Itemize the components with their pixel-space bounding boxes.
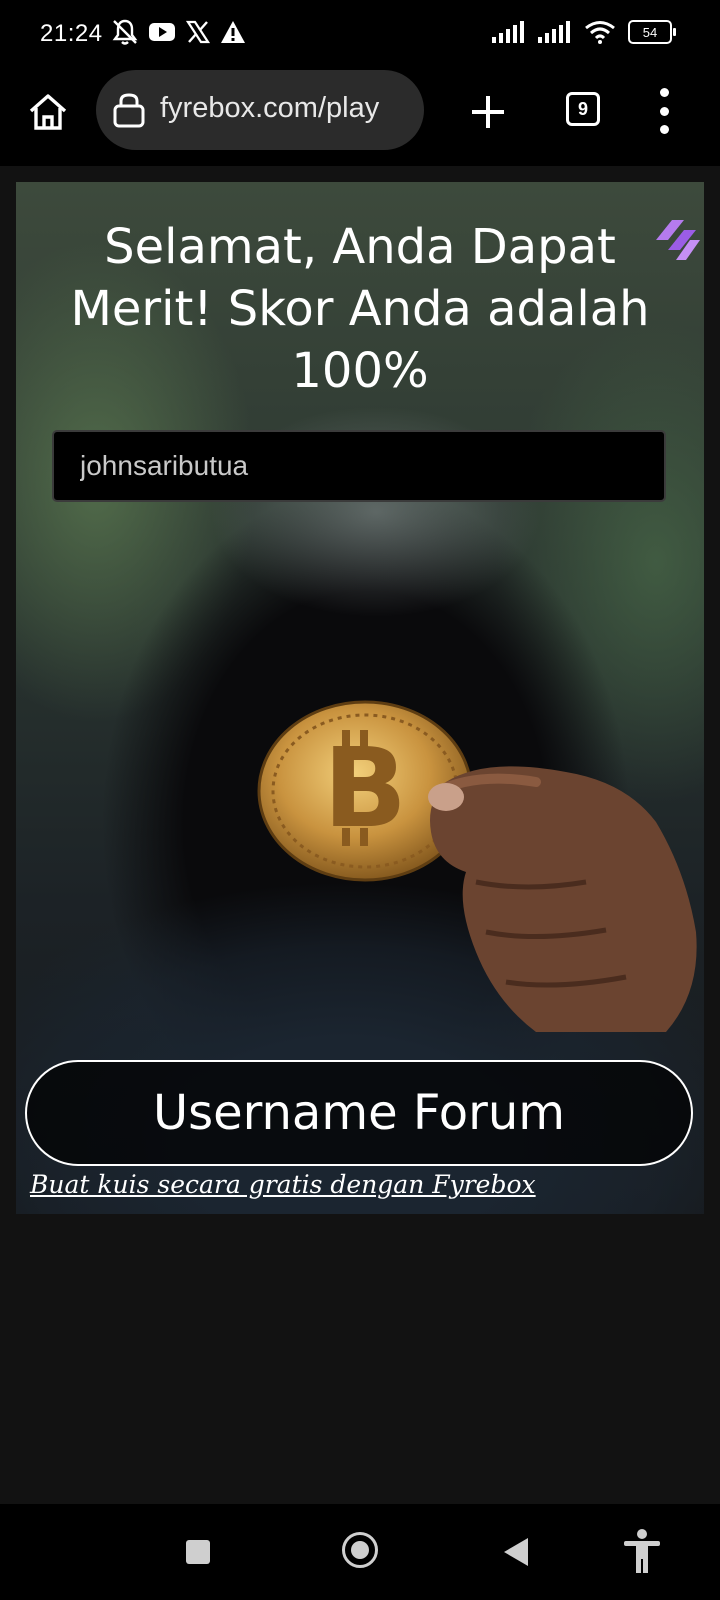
status-bar: 21:24 54 <box>0 0 720 70</box>
signal-icon <box>492 21 524 43</box>
wifi-icon <box>585 21 615 44</box>
hand-image <box>428 766 697 1032</box>
recents-icon[interactable] <box>186 1540 210 1564</box>
tabs-icon[interactable]: 9 <box>566 92 600 126</box>
back-icon[interactable] <box>504 1538 528 1566</box>
notification-icons <box>112 18 246 46</box>
tab-count: 9 <box>577 98 588 119</box>
menu-icon[interactable] <box>652 88 676 134</box>
signal-icon <box>538 21 570 43</box>
accessibility-icon[interactable] <box>622 1528 662 1574</box>
system-icons: 54 <box>492 20 676 44</box>
home-icon[interactable] <box>342 1532 378 1568</box>
fyrebox-footer-link[interactable]: Buat kuis secara gratis dengan Fyrebox <box>30 1170 536 1199</box>
battery-icon: 54 <box>628 20 676 44</box>
youtube-icon <box>149 23 175 41</box>
url-text[interactable]: fyrebox.com/play <box>160 92 412 125</box>
warning-icon <box>221 21 245 43</box>
status-time: 21:24 <box>40 20 103 47</box>
x-icon <box>186 20 210 44</box>
browser-toolbar: fyrebox.com/play 9 <box>0 70 720 166</box>
system-nav-bar <box>0 1504 720 1600</box>
plus-icon[interactable] <box>468 92 508 132</box>
home-icon[interactable] <box>26 90 70 134</box>
lock-icon[interactable] <box>112 92 146 128</box>
address-bar[interactable]: fyrebox.com/play <box>96 70 424 150</box>
quiz-result-card: Selamat, Anda Dapat Merit! Skor Anda ada… <box>16 182 704 1214</box>
username-forum-button[interactable]: Username Forum <box>25 1060 693 1166</box>
name-input[interactable] <box>52 430 666 502</box>
battery-level: 54 <box>642 24 658 40</box>
mute-icon <box>112 19 138 45</box>
result-title: Selamat, Anda Dapat Merit! Skor Anda ada… <box>70 219 650 399</box>
